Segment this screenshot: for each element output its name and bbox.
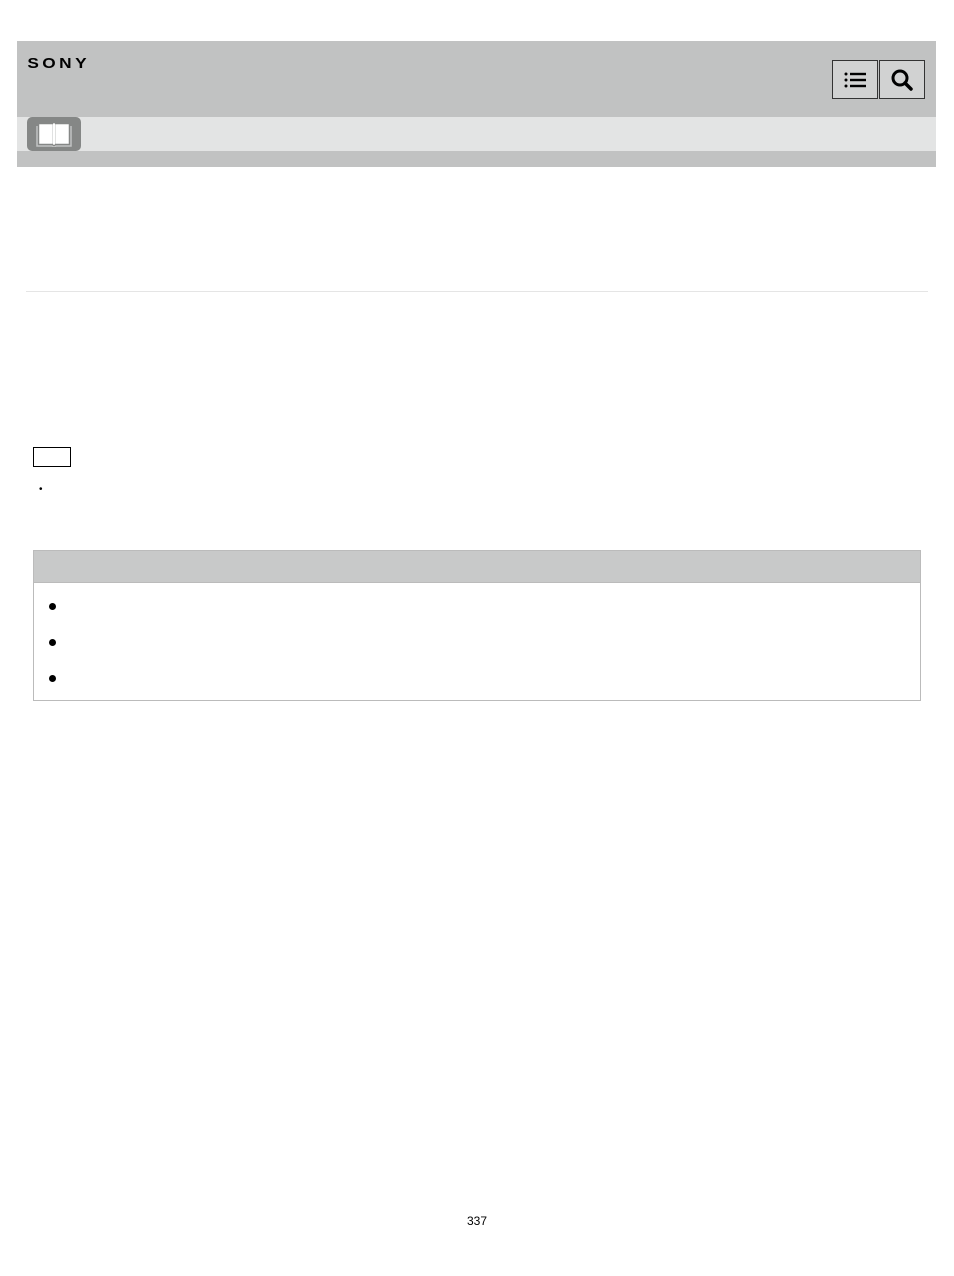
brand-logo: SONY xyxy=(17,41,90,72)
single-bullet: • xyxy=(39,484,928,495)
book-icon-button[interactable] xyxy=(27,117,81,151)
bullet-dot xyxy=(49,603,56,610)
subheader-bar xyxy=(17,117,936,151)
bullet-dot xyxy=(49,639,56,646)
header-button-group xyxy=(832,41,936,99)
list-icon xyxy=(844,72,866,88)
search-icon xyxy=(891,69,913,91)
small-box xyxy=(33,447,71,467)
content-divider xyxy=(26,291,928,292)
info-box-body xyxy=(34,583,920,700)
header-bar: SONY xyxy=(17,41,936,117)
page-number: 337 xyxy=(0,1214,954,1228)
bullet-item xyxy=(49,603,905,610)
search-button[interactable] xyxy=(879,60,925,99)
book-icon xyxy=(36,121,72,147)
bullet-dot xyxy=(49,675,56,682)
menu-button[interactable] xyxy=(832,60,878,99)
info-box-header xyxy=(34,551,920,583)
bullet-item xyxy=(49,675,905,682)
bullet-item xyxy=(49,639,905,646)
info-box xyxy=(33,550,921,701)
